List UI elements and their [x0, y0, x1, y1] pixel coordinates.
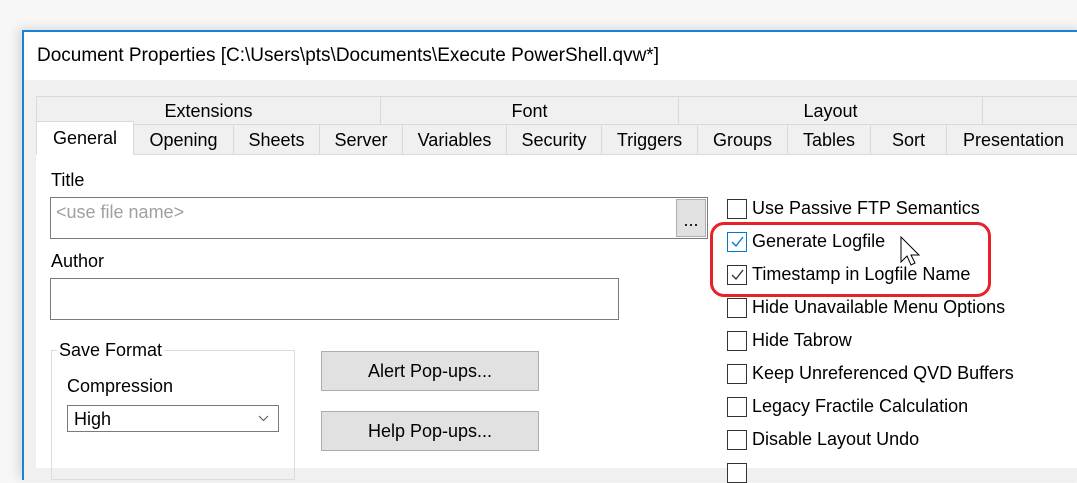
tab-font[interactable]: Font: [380, 96, 679, 125]
checkbox-5[interactable]: [727, 364, 747, 384]
tab-sheets[interactable]: Sheets: [233, 124, 320, 155]
tab-security[interactable]: Security: [506, 124, 602, 155]
checkbox-4[interactable]: [727, 331, 747, 351]
author-input[interactable]: [50, 278, 619, 320]
checkbox-label: Legacy Fractile Calculation: [752, 396, 969, 416]
highlight-box: [710, 222, 991, 297]
tab-opening[interactable]: Opening: [133, 124, 234, 155]
chevron-down-icon: [258, 415, 269, 422]
save-format-label: Save Format: [57, 340, 165, 361]
checkbox-7[interactable]: [727, 430, 747, 450]
checkbox-0[interactable]: [727, 199, 747, 219]
tab-server[interactable]: Server: [319, 124, 403, 155]
tab-sort[interactable]: Sort: [870, 124, 947, 155]
checkbox-6[interactable]: [727, 397, 747, 417]
tab-general[interactable]: General: [36, 121, 134, 155]
compression-select[interactable]: High: [67, 405, 279, 432]
checkbox-clipped[interactable]: [727, 463, 747, 483]
alert-popups-button[interactable]: Alert Pop-ups...: [321, 351, 539, 391]
checkbox-label: Hide Tabrow: [752, 330, 852, 350]
checkbox-label: Use Passive FTP Semantics: [752, 198, 980, 218]
tab-triggers[interactable]: Triggers: [601, 124, 698, 155]
tab-more[interactable]: [982, 96, 1077, 125]
title-label: Title: [51, 170, 85, 190]
title-placeholder: <use file name>: [56, 202, 185, 222]
tab-layout[interactable]: Layout: [678, 96, 983, 125]
checkbox-label: Disable Layout Undo: [752, 429, 920, 449]
checkbox-label: Hide Unavailable Menu Options: [752, 297, 1006, 317]
tab-variables[interactable]: Variables: [402, 124, 507, 155]
title-input[interactable]: <use file name>: [50, 197, 708, 239]
compression-value: High: [74, 409, 112, 429]
compression-label: Compression: [67, 376, 174, 396]
checkbox-3[interactable]: [727, 298, 747, 318]
window-title: Document Properties [C:\Users\pts\Docume…: [37, 45, 659, 66]
tab-presentation[interactable]: Presentation: [946, 124, 1077, 155]
browse-button[interactable]: ...: [676, 199, 706, 237]
checkbox-label: Keep Unreferenced QVD Buffers: [752, 363, 1014, 383]
mouse-cursor-icon: [900, 236, 921, 266]
tab-tables[interactable]: Tables: [787, 124, 871, 155]
tab-groups[interactable]: Groups: [697, 124, 788, 155]
author-label: Author: [51, 251, 105, 271]
help-popups-button[interactable]: Help Pop-ups...: [321, 411, 539, 451]
